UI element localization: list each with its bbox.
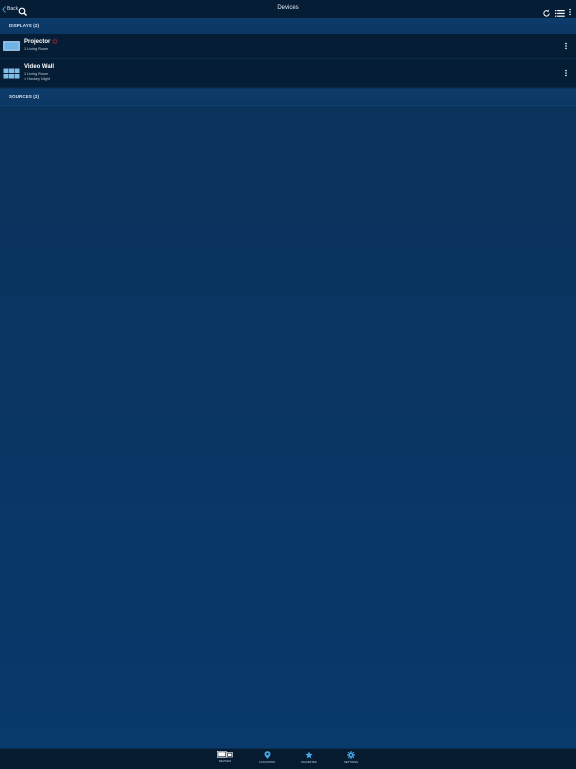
display-row-projector[interactable]: Projector 1 Living Room [0,34,576,59]
more-vertical-icon[interactable] [563,68,569,78]
displays-section-header: DISPLAYS (2) [0,18,576,35]
star-icon [305,751,313,759]
page-title: Devices [277,5,299,11]
display-row-video-wall[interactable]: Video Wall 1 Living Room > Hockey Night [0,59,576,88]
more-vertical-icon[interactable] [563,41,569,51]
location-pin-icon [264,751,270,759]
chevron-left-icon [2,5,6,13]
power-off-icon[interactable] [52,38,58,44]
projector-icon [3,41,20,51]
list-icon [555,10,565,17]
search-button[interactable] [18,4,28,16]
refresh-button[interactable] [542,5,552,17]
tab-favorites[interactable]: FAVORITES [297,751,321,767]
display-name: Video Wall [24,64,55,70]
list-view-button[interactable] [555,5,565,17]
back-label: Back [7,6,19,12]
search-icon [18,7,27,16]
top-bar: Back Devices [0,0,576,19]
back-button[interactable]: Back [2,4,18,14]
devices-icon [217,751,233,758]
tab-label: DEVICES [218,759,232,763]
bottom-tab-bar: DEVICES LOCATIONS FAVORITES SETTINGS [0,748,576,769]
video-wall-icon [3,68,20,79]
more-vertical-icon [569,8,571,16]
tab-label: FAVORITES [301,760,317,764]
more-options-button[interactable] [567,4,573,16]
display-name: Projector [24,39,51,45]
tab-settings[interactable]: SETTINGS [339,751,363,767]
refresh-icon [543,9,550,17]
displays-section-label: DISPLAYS (2) [9,23,40,28]
display-location: 1 Living Room [24,47,49,51]
tab-label: LOCATIONS [259,760,275,764]
tab-label: SETTINGS [344,760,358,764]
display-location: 1 Living Room [24,72,49,76]
sources-section-label: SOURCES (2) [9,94,40,99]
display-now-playing: > Hockey Night [24,77,50,81]
sources-section-header[interactable]: SOURCES (2) [0,89,576,106]
tab-locations[interactable]: LOCATIONS [255,751,279,767]
tab-devices[interactable]: DEVICES [213,751,237,767]
gear-icon [347,751,355,759]
